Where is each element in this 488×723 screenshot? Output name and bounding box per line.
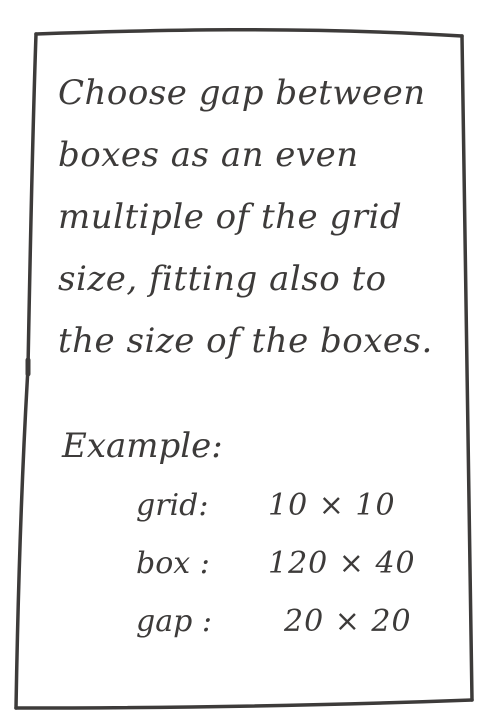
example-row-grid: grid: 10 × 10 [136,488,436,546]
instruction-line-1: Choose gap between [58,73,426,113]
example-value-box: 120 × 40 [268,546,416,581]
example-label-box: box : [136,546,210,581]
example-label-grid: grid: [136,488,209,523]
example-row-gap: gap : 20 × 20 [136,604,436,662]
instruction-line-3: multiple of the grid [58,197,403,237]
instruction-line-4: size, fitting also to [58,259,387,299]
example-value-grid: 10 × 10 [268,488,396,523]
example-heading: Example: [62,426,223,466]
instruction-text: Choose gap between boxes as an even mult… [58,62,458,372]
instruction-line-5: the size of the boxes. [58,321,433,361]
example-label-gap: gap : [136,604,212,639]
example-list: grid: 10 × 10 box : 120 × 40 gap : 20 × … [136,488,436,662]
example-row-box: box : 120 × 40 [136,546,436,604]
instruction-line-2: boxes as an even [58,135,359,175]
example-value-gap: 20 × 20 [284,604,412,639]
